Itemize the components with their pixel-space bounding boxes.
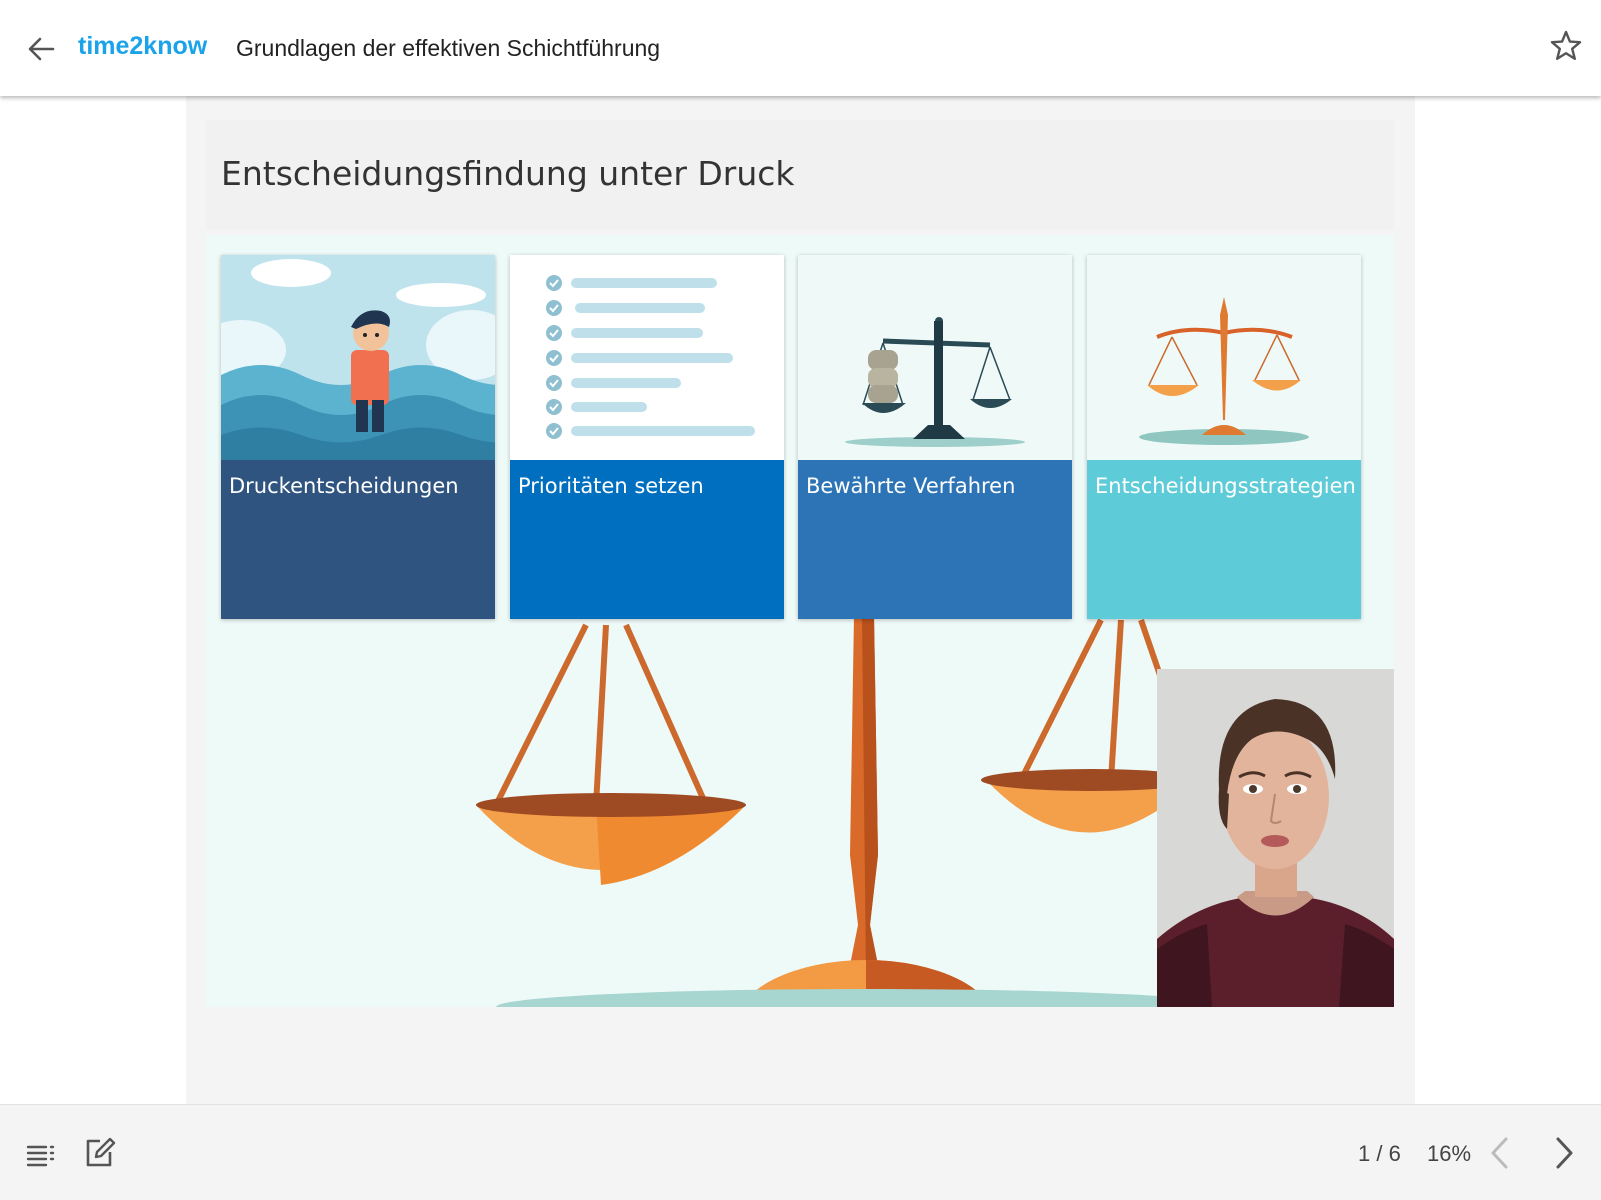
notes-button[interactable] xyxy=(80,1133,118,1171)
topic-card-pressure-decisions[interactable]: Druckentscheidungen xyxy=(221,255,495,619)
progress-percentage: 16% xyxy=(1427,1141,1472,1166)
chevron-right-icon xyxy=(1556,1137,1573,1169)
favorite-button[interactable] xyxy=(1548,28,1584,64)
thumbnail xyxy=(1087,255,1361,460)
presenter-avatar-image xyxy=(1157,669,1394,1007)
thumbnail xyxy=(221,255,495,460)
thumbnail xyxy=(798,255,1072,460)
card-label: Bewährte Verfahren xyxy=(806,474,1016,498)
chevron-left-icon xyxy=(1491,1137,1508,1169)
edit-note-icon xyxy=(86,1137,116,1167)
person-in-waves-illustration xyxy=(221,255,495,460)
brand-logo: time2know xyxy=(78,32,208,60)
main-content: Entscheidungsfindung unter Druck Drucken… xyxy=(0,96,1601,1104)
table-of-contents-button[interactable] xyxy=(22,1135,60,1173)
checklist-illustration xyxy=(510,255,784,460)
page-indicator: 1 / 6 xyxy=(1358,1141,1401,1166)
back-button[interactable] xyxy=(22,30,60,68)
card-label: Entscheidungsstrategien xyxy=(1095,474,1356,498)
previous-page-button[interactable] xyxy=(1482,1133,1518,1173)
card-label: Prioritäten setzen xyxy=(518,474,704,498)
arrow-left-icon xyxy=(28,37,55,61)
balance-scale-dark-illustration xyxy=(798,255,1072,460)
slide-canvas: Druckentscheidungen Prioritäten setzen B… xyxy=(206,235,1394,1007)
thumbnail xyxy=(510,255,784,460)
table-of-contents-icon xyxy=(26,1145,55,1167)
course-title: Grundlagen der effektiven Schichtführung xyxy=(236,35,661,61)
topic-card-decision-strategies[interactable]: Entscheidungsstrategien xyxy=(1087,255,1361,619)
star-outline-icon xyxy=(1550,30,1582,60)
presenter-video xyxy=(1157,669,1394,1007)
slide-title: Entscheidungsfindung unter Druck xyxy=(221,154,795,193)
top-app-bar: time2know Grundlagen der effektiven Schi… xyxy=(0,0,1601,96)
slide-heading-bar: Entscheidungsfindung unter Druck xyxy=(206,120,1394,230)
topic-card-set-priorities[interactable]: Prioritäten setzen xyxy=(510,255,784,619)
bottom-toolbar: 1 / 6 16% xyxy=(0,1104,1601,1200)
balance-scale-orange-illustration xyxy=(1087,255,1361,460)
topic-card-proven-procedures[interactable]: Bewährte Verfahren xyxy=(798,255,1072,619)
card-label: Druckentscheidungen xyxy=(229,474,459,498)
next-page-button[interactable] xyxy=(1546,1133,1582,1173)
